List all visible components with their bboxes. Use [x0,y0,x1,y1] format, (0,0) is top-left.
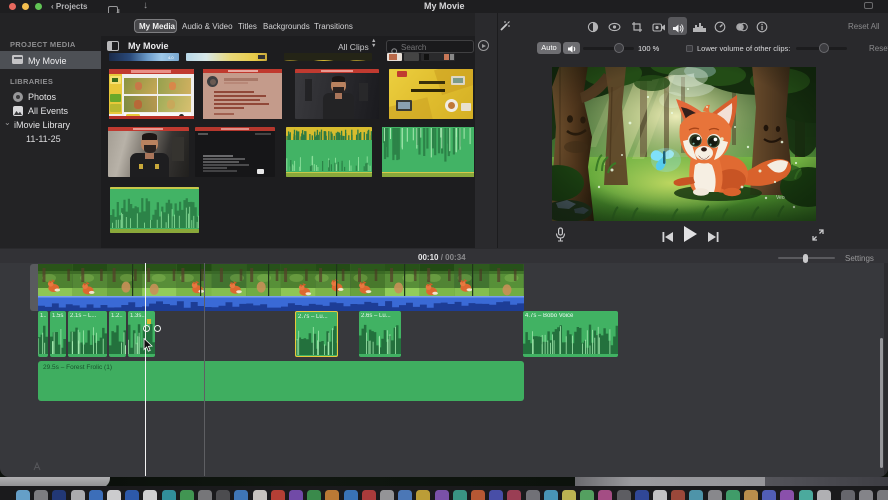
svg-text:Veo: Veo [776,195,785,201]
